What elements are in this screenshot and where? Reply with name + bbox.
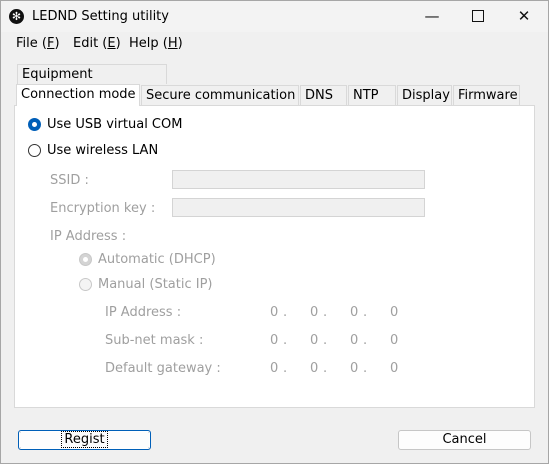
dhcp-label[interactable]: Automatic (DHCP) [98,252,216,267]
maximize-icon [472,9,484,22]
ip-dot: . [283,333,288,348]
ip-address-section-label: IP Address : [50,229,127,244]
ssid-field[interactable] [172,170,425,189]
window-title: LEDND Setting utility [32,9,169,24]
subnet-octet[interactable]: 0 [390,333,398,348]
maximize-button[interactable] [455,1,501,32]
dhcp-radio[interactable] [79,253,92,266]
static-ip-label[interactable]: Manual (Static IP) [98,277,213,292]
default-gateway-label: Default gateway : [105,361,221,376]
ip-octet[interactable]: 0 [270,305,278,320]
gateway-octet[interactable]: 0 [310,361,318,376]
menu-file[interactable]: File (F) [16,36,60,51]
wireless-lan-radio[interactable] [28,144,41,157]
static-ip-address-label: IP Address : [105,305,182,320]
tab-ntp[interactable]: NTP [348,85,396,105]
tab-equipment-information[interactable]: Equipment information [17,64,167,102]
subnet-octet[interactable]: 0 [310,333,318,348]
close-button[interactable]: ✕ [501,1,547,32]
gateway-octet[interactable]: 0 [350,361,358,376]
tab-dns[interactable]: DNS [300,85,347,105]
ip-dot: . [283,361,288,376]
usb-com-label[interactable]: Use USB virtual COM [47,117,182,132]
static-ip-radio[interactable] [79,278,92,291]
gear-icon: ✻ [9,9,24,24]
ip-dot: . [323,361,328,376]
regist-button[interactable]: Regist [18,430,151,450]
encryption-key-label: Encryption key : [50,201,156,216]
subnet-octet[interactable]: 0 [270,333,278,348]
tab-connection-mode[interactable]: Connection mode [16,84,140,106]
gateway-octet[interactable]: 0 [270,361,278,376]
subnet-mask-label: Sub-net mask : [105,333,204,348]
cancel-button[interactable]: Cancel [398,430,531,450]
app-window: ✻ LEDND Setting utility — ✕ File (F) Edi… [0,0,549,464]
ssid-label: SSID : [50,173,89,188]
usb-com-radio[interactable] [28,118,41,131]
tab-display[interactable]: Display [397,85,452,105]
ip-dot: . [323,305,328,320]
subnet-octet[interactable]: 0 [350,333,358,348]
title-bar: ✻ LEDND Setting utility — ✕ [1,1,548,32]
encryption-key-field[interactable] [172,198,425,217]
gateway-octet[interactable]: 0 [390,361,398,376]
wireless-lan-label[interactable]: Use wireless LAN [47,143,158,158]
ip-dot: . [283,305,288,320]
ip-dot: . [323,333,328,348]
ip-dot: . [363,361,368,376]
tab-secure-communication[interactable]: Secure communication [141,85,299,105]
ip-octet[interactable]: 0 [350,305,358,320]
minimize-button[interactable]: — [409,1,455,32]
menu-bar: File (F) Edit (E) Help (H) [1,34,548,54]
ip-dot: . [363,333,368,348]
menu-help[interactable]: Help (H) [129,36,183,51]
tab-firmware[interactable]: Firmware [453,85,520,105]
ip-octet[interactable]: 0 [390,305,398,320]
menu-edit[interactable]: Edit (E) [73,36,121,51]
regist-button-label: Regist [61,431,108,448]
ip-dot: . [363,305,368,320]
connection-mode-panel: Use USB virtual COM Use wireless LAN SSI… [14,105,535,408]
ip-octet[interactable]: 0 [310,305,318,320]
